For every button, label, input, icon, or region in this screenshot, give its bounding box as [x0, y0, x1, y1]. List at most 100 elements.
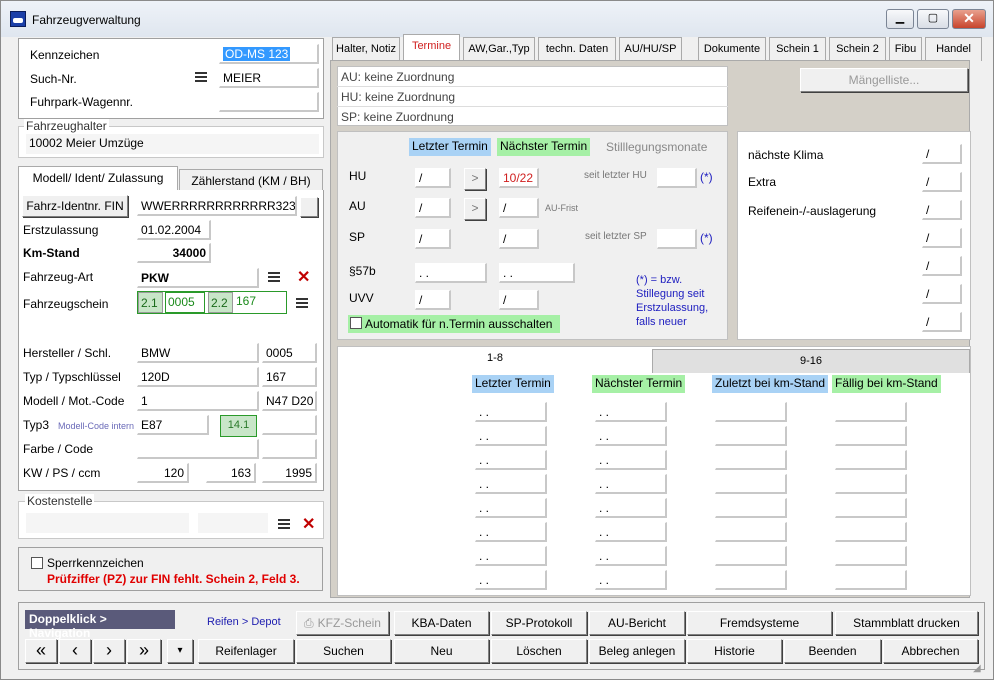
kba-daten-button[interactable]: KBA-Daten	[394, 611, 489, 635]
schedule-cell[interactable]: . .	[475, 402, 547, 422]
prev-record-icon[interactable]: ‹	[59, 639, 91, 663]
schedule-cell[interactable]: . .	[595, 498, 667, 518]
schedule-cell[interactable]	[835, 570, 907, 590]
sp-protokoll-button[interactable]: SP-Protokoll	[491, 611, 587, 635]
schedule-cell[interactable]	[715, 426, 787, 446]
schedule-cell[interactable]: . .	[595, 426, 667, 446]
extra-value[interactable]: /	[922, 284, 962, 304]
uvv-last[interactable]: /	[415, 290, 451, 310]
fin-button[interactable]: Fahrz-Identnr. FIN	[22, 195, 128, 217]
modell-field[interactable]: 1	[137, 391, 259, 411]
schedule-cell[interactable]	[835, 450, 907, 470]
hersteller-code-field[interactable]: 0005	[262, 343, 317, 363]
maengel-button[interactable]: Mängelliste...	[800, 68, 968, 92]
close-icon[interactable]: ✕	[952, 9, 986, 29]
suchen-button[interactable]: Suchen	[296, 639, 391, 663]
neu-button[interactable]: Neu	[394, 639, 489, 663]
schedule-cell[interactable]	[835, 546, 907, 566]
km-field[interactable]: 34000	[137, 243, 211, 263]
schedule-cell[interactable]: . .	[595, 522, 667, 542]
typ-field[interactable]: 120D	[137, 367, 259, 387]
schedule-cell[interactable]: . .	[595, 474, 667, 494]
ez-field[interactable]: 01.02.2004	[137, 220, 211, 240]
hu-next[interactable]: 10/22	[499, 168, 539, 188]
schein-value-21[interactable]: 0005	[165, 292, 205, 313]
schedule-cell[interactable]: . .	[475, 570, 547, 590]
tab-modell[interactable]: Modell/ Ident/ Zulassung	[18, 166, 178, 191]
sperr-checkbox[interactable]	[31, 557, 43, 569]
schedule-cell[interactable]: . .	[595, 570, 667, 590]
kfz-schein-button[interactable]: ⎙ KFZ-Schein	[296, 611, 389, 635]
loeschen-button[interactable]: Löschen	[491, 639, 587, 663]
typ3-extra-field[interactable]	[262, 415, 317, 435]
schedule-cell[interactable]	[715, 498, 787, 518]
hu-copy-button[interactable]: >	[464, 168, 486, 190]
typ3-field[interactable]: E87	[137, 415, 209, 435]
abbrechen-button[interactable]: Abbrechen	[883, 639, 978, 663]
next-record-icon[interactable]: ›	[93, 639, 125, 663]
schedule-cell[interactable]	[835, 522, 907, 542]
historie-button[interactable]: Historie	[687, 639, 782, 663]
tab-halter[interactable]: Halter, Notiz	[332, 37, 400, 61]
fin-field[interactable]: WWERRRRRRRRRRRR323	[137, 196, 297, 216]
fuhrpark-field[interactable]	[219, 92, 319, 112]
tab-aw[interactable]: AW,Gar.,Typ	[463, 37, 535, 61]
extra-value[interactable]: /	[922, 200, 962, 220]
au-last[interactable]: /	[415, 198, 451, 218]
farbe-field[interactable]	[137, 439, 259, 459]
kosten-field-2[interactable]	[198, 513, 268, 533]
schedule-cell[interactable]: . .	[475, 426, 547, 446]
au-copy-button[interactable]: >	[464, 198, 486, 220]
hersteller-field[interactable]: BMW	[137, 343, 259, 363]
sp-next[interactable]: /	[499, 229, 539, 249]
motcode-field[interactable]: N47 D20	[262, 391, 317, 411]
clear-icon[interactable]: ✕	[302, 517, 315, 533]
kennzeichen-field[interactable]: OD-MS 123	[219, 44, 319, 64]
tab-schein2[interactable]: Schein 2	[829, 37, 886, 61]
schedule-cell[interactable]	[715, 402, 787, 422]
extra-value[interactable]: /	[922, 172, 962, 192]
dropdown-icon[interactable]: ▾	[167, 639, 193, 663]
fremdsysteme-button[interactable]: Fremdsysteme	[687, 611, 832, 635]
au-next[interactable]: /	[499, 198, 539, 218]
stammblatt-button[interactable]: Stammblatt drucken	[835, 611, 978, 635]
last-record-icon[interactable]: »	[127, 639, 161, 663]
beleg-button[interactable]: Beleg anlegen	[589, 639, 685, 663]
uvv-next[interactable]: /	[499, 290, 539, 310]
schedule-cell[interactable]: . .	[595, 402, 667, 422]
minimize-icon[interactable]: ▁	[886, 9, 914, 29]
tab-auhusp[interactable]: AU/HU/SP	[619, 37, 682, 61]
p57-next[interactable]: . .	[499, 263, 575, 283]
extra-value[interactable]: /	[922, 228, 962, 248]
tab-dokumente[interactable]: Dokumente	[698, 37, 766, 61]
schedule-cell[interactable]	[715, 450, 787, 470]
schedule-cell[interactable]: . .	[475, 450, 547, 470]
first-record-icon[interactable]: «	[25, 639, 57, 663]
schedule-cell[interactable]	[835, 498, 907, 518]
schedule-cell[interactable]	[715, 570, 787, 590]
maximize-icon[interactable]: ▢	[917, 9, 949, 29]
schedule-cell[interactable]: . .	[595, 546, 667, 566]
schedule-cell[interactable]: . .	[475, 546, 547, 566]
extra-value[interactable]: /	[922, 144, 962, 164]
list-icon[interactable]	[268, 272, 280, 282]
tab-handel[interactable]: Handel	[925, 37, 982, 61]
tab-9-16[interactable]: 9-16	[652, 349, 970, 373]
art-field[interactable]: PKW	[137, 268, 259, 288]
schedule-cell[interactable]: . .	[475, 474, 547, 494]
halter-field[interactable]: 10002 Meier Umzüge	[26, 134, 319, 154]
schedule-cell[interactable]	[715, 474, 787, 494]
schedule-cell[interactable]	[835, 426, 907, 446]
tab-fibu[interactable]: Fibu	[889, 37, 922, 61]
list-icon[interactable]	[195, 72, 207, 82]
clear-icon[interactable]: ✕	[297, 270, 310, 286]
sp-still[interactable]	[657, 229, 697, 249]
auto-checkbox[interactable]	[350, 317, 362, 329]
list-icon[interactable]	[278, 519, 290, 529]
tab-schein1[interactable]: Schein 1	[769, 37, 826, 61]
kosten-field[interactable]	[26, 513, 189, 533]
ccm-field[interactable]: 1995	[262, 463, 317, 483]
tab-techn[interactable]: techn. Daten	[538, 37, 616, 61]
ps-field[interactable]: 163	[206, 463, 256, 483]
hu-still[interactable]	[657, 168, 697, 188]
